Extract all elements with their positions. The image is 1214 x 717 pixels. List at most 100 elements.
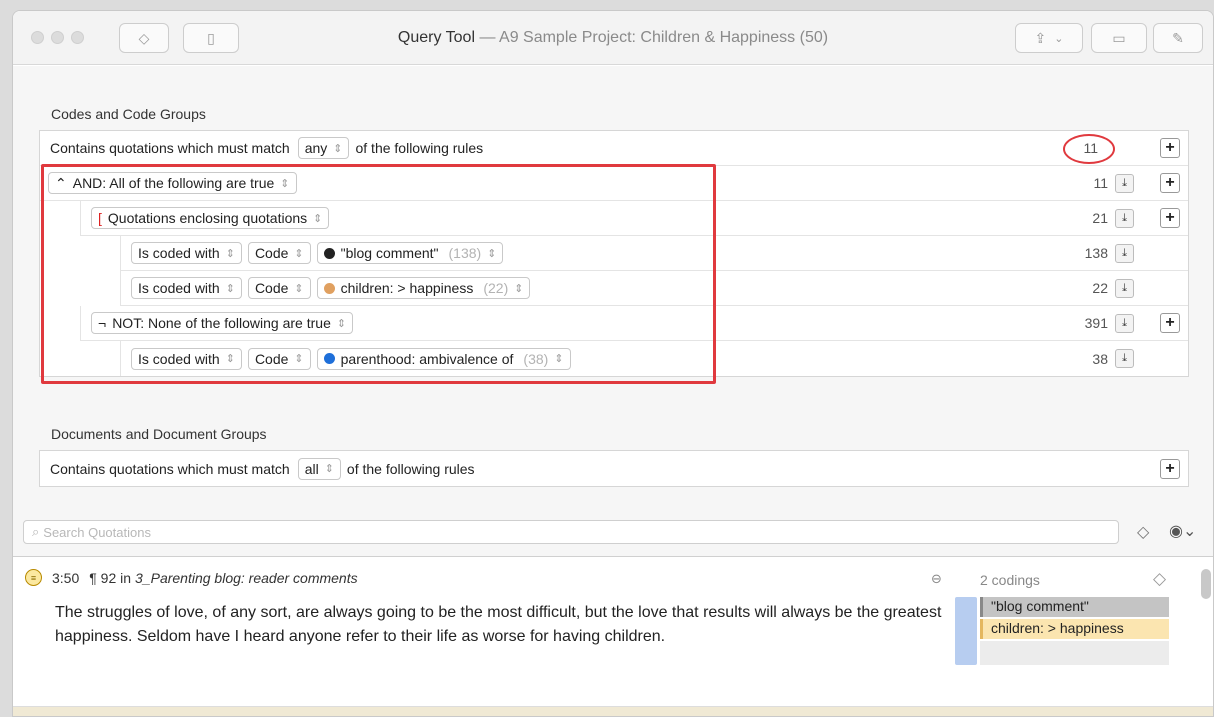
relation-label: Is coded with <box>138 245 220 261</box>
query-tool-window: ◇ ▯ Query Tool — A9 Sample Project: Chil… <box>12 10 1214 717</box>
code-select[interactable]: children: > happiness (22) ⇕ <box>316 277 531 299</box>
download-icon[interactable]: ⤓ <box>1115 278 1134 298</box>
relation-label: Is coded with <box>138 280 220 296</box>
and-rule-row: ⌃ AND: All of the following are true ⇕ 11… <box>40 166 1188 201</box>
quotation-document[interactable]: 3_Parenting blog: reader comments <box>135 570 358 586</box>
relation-select[interactable]: Is coded with ⇕ <box>131 347 242 370</box>
kind-select[interactable]: Code ⇕ <box>247 242 311 264</box>
and-operator-select[interactable]: ⌃ AND: All of the following are true ⇕ <box>48 172 297 194</box>
code-label: parenthood: ambivalence of <box>340 350 514 367</box>
code-select[interactable]: "blog comment" (138) ⇕ <box>316 242 504 264</box>
not-rule-row: ¬ NOT: None of the following are true ⇕ 3… <box>80 306 1188 341</box>
pin-icon: ✎ <box>1172 29 1184 46</box>
updown-icon: ⇕ <box>225 282 235 295</box>
codings-count: 2 codings <box>980 572 1040 588</box>
match-suffix: of the following rules <box>346 460 475 477</box>
kind-select[interactable]: Code ⇕ <box>247 277 311 299</box>
codings-background <box>980 641 1169 665</box>
relation-select[interactable]: Is coded with ⇕ <box>131 277 242 299</box>
chevron-down-icon: ⌄ <box>1054 32 1064 45</box>
code-color-dot <box>323 247 335 259</box>
share-icon: ⇪ <box>1034 29 1047 46</box>
rule-count: 391 <box>1084 315 1108 331</box>
quotation-header: ≡ 3:50 ¶ 92 in 3_Parenting blog: reader … <box>25 569 358 586</box>
codes-section-label: Codes and Code Groups <box>51 106 206 122</box>
enclosing-operator-label: Quotations enclosing quotations <box>107 210 308 226</box>
updown-icon: ⇕ <box>294 247 304 260</box>
kind-label: Code <box>254 245 289 261</box>
match-any-select[interactable]: any ⇕ <box>297 137 350 159</box>
rule-count: 21 <box>1092 210 1108 226</box>
code-chip-children-happiness[interactable]: children: > happiness <box>980 619 1169 639</box>
documents-match-header: Contains quotations which must match all… <box>40 451 1188 486</box>
code-chip-blog-comment[interactable]: "blog comment" <box>980 597 1169 617</box>
code-rule-row: Is coded with ⇕ Code ⇕ "blog comment" (138… <box>120 236 1188 271</box>
share-button[interactable]: ⇪ ⌄ <box>1015 23 1083 53</box>
not-icon: ¬ <box>98 315 107 331</box>
relation-select[interactable]: Is coded with ⇕ <box>131 242 242 264</box>
match-any-value: any <box>304 140 328 156</box>
quotation-icon: ≡ <box>25 569 42 586</box>
title-bar: ◇ ▯ Query Tool — A9 Sample Project: Chil… <box>13 11 1213 65</box>
margin-bar <box>955 597 977 665</box>
add-rule-button[interactable]: + <box>1160 138 1180 158</box>
documents-rules-panel: Contains quotations which must match all… <box>39 450 1189 487</box>
search-icon: ⌕ <box>32 524 40 539</box>
not-operator-select[interactable]: ¬ NOT: None of the following are true ⇕ <box>91 312 354 334</box>
updown-icon: ⇕ <box>333 142 343 155</box>
inspector-toggle-button[interactable]: ▭ <box>1091 23 1147 53</box>
updown-icon: ⇕ <box>225 353 235 365</box>
go-to-quotation-icon[interactable]: ⊖ <box>931 571 942 587</box>
updown-icon: ⇕ <box>554 353 564 365</box>
quotation-text[interactable]: The struggles of love, of any sort, are … <box>55 601 943 649</box>
documents-section-label: Documents and Document Groups <box>51 426 267 442</box>
eye-icon[interactable]: ◉⌄ <box>1169 521 1196 541</box>
rule-count: 138 <box>1084 245 1108 261</box>
kind-label: Code <box>254 280 289 296</box>
pin-button[interactable]: ✎ <box>1153 23 1203 53</box>
next-quotation-strip <box>13 706 1213 716</box>
code-count: (138) <box>448 245 482 261</box>
match-suffix: of the following rules <box>355 140 484 156</box>
search-input[interactable] <box>43 524 1044 540</box>
code-label: "blog comment" <box>340 245 439 261</box>
codes-total-count: 11 <box>1083 140 1098 156</box>
download-icon[interactable]: ⤓ <box>1115 208 1134 228</box>
download-icon[interactable]: ⤓ <box>1115 243 1134 263</box>
codes-rules-panel: Contains quotations which must match any… <box>39 130 1189 377</box>
tag-icon[interactable]: ◇ <box>1137 522 1149 542</box>
updown-icon: ⇕ <box>294 282 304 295</box>
updown-icon: ⇕ <box>514 282 524 295</box>
match-prefix: Contains quotations which must match <box>50 140 290 156</box>
download-icon[interactable]: ⤓ <box>1115 349 1134 368</box>
search-field[interactable]: ⌕ <box>23 520 1119 544</box>
code-count: (38) <box>523 350 549 367</box>
enclosing-operator-select[interactable]: [ Quotations enclosing quotations ⇕ <box>91 207 330 229</box>
code-select[interactable]: parenthood: ambivalence of (38) ⇕ <box>316 347 571 370</box>
download-icon[interactable]: ⤓ <box>1115 313 1134 333</box>
code-count: (22) <box>483 280 509 296</box>
kind-select[interactable]: Code ⇕ <box>247 347 311 370</box>
add-document-rule-button[interactable]: + <box>1160 458 1180 479</box>
match-all-select[interactable]: all ⇕ <box>297 457 341 480</box>
match-prefix: Contains quotations which must match <box>50 460 290 477</box>
enclosing-rule-row: [ Quotations enclosing quotations ⇕ 21 ⤓ … <box>80 201 1188 236</box>
query-content: Codes and Code Groups Contains quotation… <box>13 66 1213 716</box>
kind-label: Code <box>254 350 289 367</box>
not-operator-label: NOT: None of the following are true <box>112 315 331 331</box>
add-rule-button[interactable]: + <box>1160 313 1180 333</box>
window-project: — A9 Sample Project: Children & Happines… <box>479 29 829 46</box>
add-code-icon[interactable]: ◇ <box>1153 569 1166 589</box>
scrollbar[interactable] <box>1201 569 1211 599</box>
add-rule-button[interactable]: + <box>1160 173 1180 193</box>
download-icon[interactable]: ⤓ <box>1115 173 1134 193</box>
code-label: children: > happiness <box>340 280 474 296</box>
updown-icon: ⇕ <box>336 317 347 330</box>
code-color-dot <box>323 353 335 364</box>
add-rule-button[interactable]: + <box>1160 208 1180 228</box>
code-rule-row: Is coded with ⇕ Code ⇕ parenthood: ambival… <box>120 341 1188 376</box>
updown-icon: ⇕ <box>225 247 235 260</box>
match-all-value: all <box>304 460 319 477</box>
rule-count: 38 <box>1092 350 1108 367</box>
updown-icon: ⇕ <box>324 463 334 475</box>
